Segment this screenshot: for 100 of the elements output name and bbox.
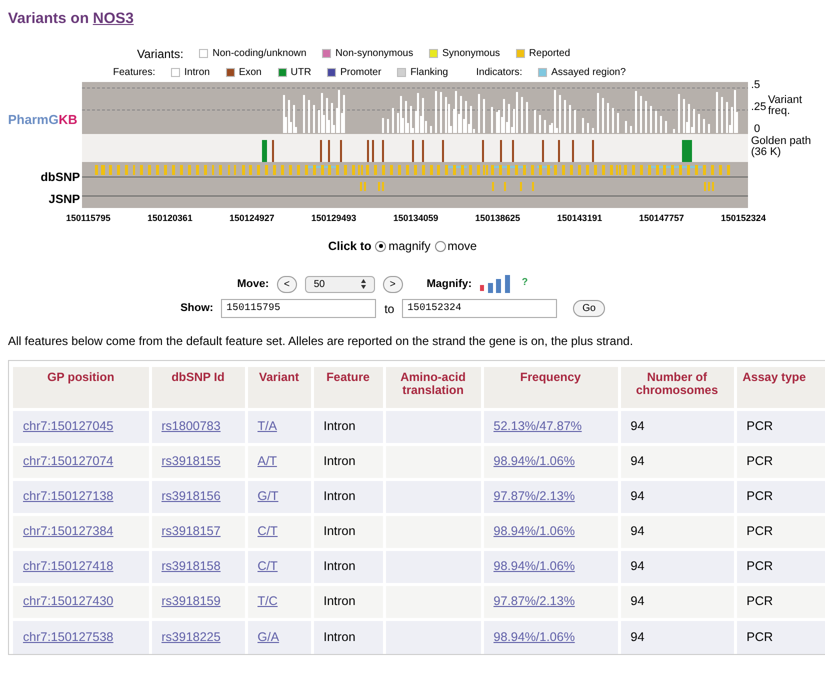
position-label: 150152324 xyxy=(720,212,766,224)
gene-link[interactable]: NOS3 xyxy=(92,8,134,30)
legend-label: Exon xyxy=(238,66,262,80)
column-header: Feature xyxy=(312,367,384,409)
legend-label: Assayed region? xyxy=(551,66,626,80)
golden-path-label: Golden path (36 K) xyxy=(751,136,812,158)
table-link[interactable]: G/A xyxy=(258,630,280,644)
table-link[interactable]: rs3918225 xyxy=(162,630,221,644)
axis-tick-label: 0 xyxy=(754,124,760,134)
radio-option[interactable]: move xyxy=(434,237,477,255)
move-label: Move: xyxy=(237,276,269,292)
position-label: 150115795 xyxy=(66,212,111,224)
axis-tick-label: .25 xyxy=(751,102,766,112)
legend-label: UTR xyxy=(290,66,312,80)
table-link[interactable]: G/T xyxy=(258,489,278,504)
table-link[interactable]: T/C xyxy=(258,594,278,608)
table-link[interactable]: T/A xyxy=(258,419,277,434)
track-label: dbSNP xyxy=(40,168,80,186)
radio-icon[interactable] xyxy=(375,240,386,252)
table-link[interactable]: rs3918157 xyxy=(162,524,221,538)
table-link[interactable]: 98.94%/1.06% xyxy=(494,559,575,574)
help-link[interactable]: ? xyxy=(522,275,528,290)
go-button[interactable]: Go xyxy=(573,300,605,317)
position-label: 150143191 xyxy=(557,212,602,224)
show-label: Show: xyxy=(180,301,214,316)
magnify-label: Magnify: xyxy=(426,276,472,292)
indicators-label: Indicators: xyxy=(476,66,522,80)
table-cell: Intron xyxy=(324,559,356,574)
table-link[interactable]: 98.94%/1.06% xyxy=(494,454,575,468)
column-header: Number of chromosomes xyxy=(619,367,735,409)
position-label: 150124927 xyxy=(229,212,274,224)
table-link[interactable]: chr7:150127418 xyxy=(23,559,114,574)
table-cell: PCR xyxy=(746,559,773,574)
legend-label: Reported xyxy=(529,47,570,61)
table-cell: Intron xyxy=(324,419,356,434)
legend-label: Promoter xyxy=(340,66,382,80)
legend-label: Flanking xyxy=(410,66,448,80)
table-link[interactable]: rs3918158 xyxy=(162,559,221,574)
radio-option[interactable]: magnify xyxy=(375,237,431,255)
column-header: dbSNP Id xyxy=(150,367,246,409)
variants-label: Variants: xyxy=(137,46,184,62)
table-link[interactable]: A/T xyxy=(258,454,277,468)
table-cell: 94 xyxy=(630,419,644,434)
pharmgkb-logo: PharmGKB xyxy=(8,110,78,128)
table-link[interactable]: C/T xyxy=(258,524,278,538)
track-label: JSNP xyxy=(48,190,80,208)
previous-button[interactable]: < xyxy=(276,276,297,292)
table-cell: PCR xyxy=(746,524,773,538)
click-to-label: Click to xyxy=(328,238,372,255)
spinner-icon xyxy=(360,279,366,289)
table-link[interactable]: rs3918159 xyxy=(162,594,221,608)
table-cell: Intron xyxy=(324,454,356,468)
table-cell: Intron xyxy=(324,594,356,608)
to-label: to xyxy=(384,300,394,318)
next-button[interactable]: > xyxy=(382,276,403,292)
table-cell: 94 xyxy=(630,630,644,644)
table-cell: 94 xyxy=(630,559,644,574)
table-link[interactable]: 98.94%/1.06% xyxy=(494,630,575,644)
table-link[interactable]: chr7:150127138 xyxy=(23,489,114,504)
table-cell: PCR xyxy=(746,454,773,468)
table-link[interactable]: chr7:150127430 xyxy=(23,594,114,608)
table-link[interactable]: chr7:150127538 xyxy=(23,630,114,644)
column-header: Variant xyxy=(246,367,312,409)
table-cell: Intron xyxy=(324,524,356,538)
column-header: GP position xyxy=(13,367,150,409)
end-position-field[interactable]: 150152324 xyxy=(402,299,558,318)
table-cell: PCR xyxy=(746,594,773,608)
table-link[interactable]: chr7:150127045 xyxy=(23,419,114,434)
table-cell: 94 xyxy=(630,489,644,504)
position-label: 150147757 xyxy=(638,212,684,224)
radio-icon[interactable] xyxy=(434,240,446,252)
table-link[interactable]: rs1800783 xyxy=(162,419,221,434)
table-cell: PCR xyxy=(746,419,773,434)
step-select[interactable]: 50 xyxy=(304,276,375,292)
table-cell: 94 xyxy=(630,594,644,608)
axis-tick-label: .5 xyxy=(751,80,760,90)
table-link[interactable]: 97.87%/2.13% xyxy=(494,594,575,608)
table-link[interactable]: 52.13%/47.87% xyxy=(494,419,582,434)
table-link[interactable]: chr7:150127384 xyxy=(23,524,114,538)
table-link[interactable]: chr7:150127074 xyxy=(23,454,114,468)
legend-label: Non-synonymous xyxy=(335,47,414,61)
column-header: Frequency xyxy=(482,367,619,409)
table-link[interactable]: C/T xyxy=(258,559,278,574)
column-header: Amino-acid translation xyxy=(384,367,482,409)
legend-label: Non-coding/unknown xyxy=(212,47,306,61)
note-text: All features below come from the default feature set. Alleles are reported on the strand the gene is on, the plus strand. xyxy=(8,333,634,350)
table-cell: PCR xyxy=(746,630,773,644)
axis-title: Variant freq. xyxy=(768,94,804,116)
table-link[interactable]: rs3918155 xyxy=(162,454,221,468)
position-label: 150129493 xyxy=(311,212,356,224)
table-link[interactable]: 97.87%/2.13% xyxy=(494,489,575,504)
table-link[interactable]: 98.94%/1.06% xyxy=(494,524,575,538)
start-position-field[interactable]: 150115795 xyxy=(221,299,376,318)
position-label: 150120361 xyxy=(147,212,192,224)
features-label: Features: xyxy=(113,66,156,80)
table-link[interactable]: rs3918156 xyxy=(162,489,221,504)
position-label: 150138625 xyxy=(475,212,520,224)
table-cell: 94 xyxy=(630,454,644,468)
legend-label: Synonymous xyxy=(442,47,500,61)
page-title: Variants on xyxy=(8,9,89,29)
